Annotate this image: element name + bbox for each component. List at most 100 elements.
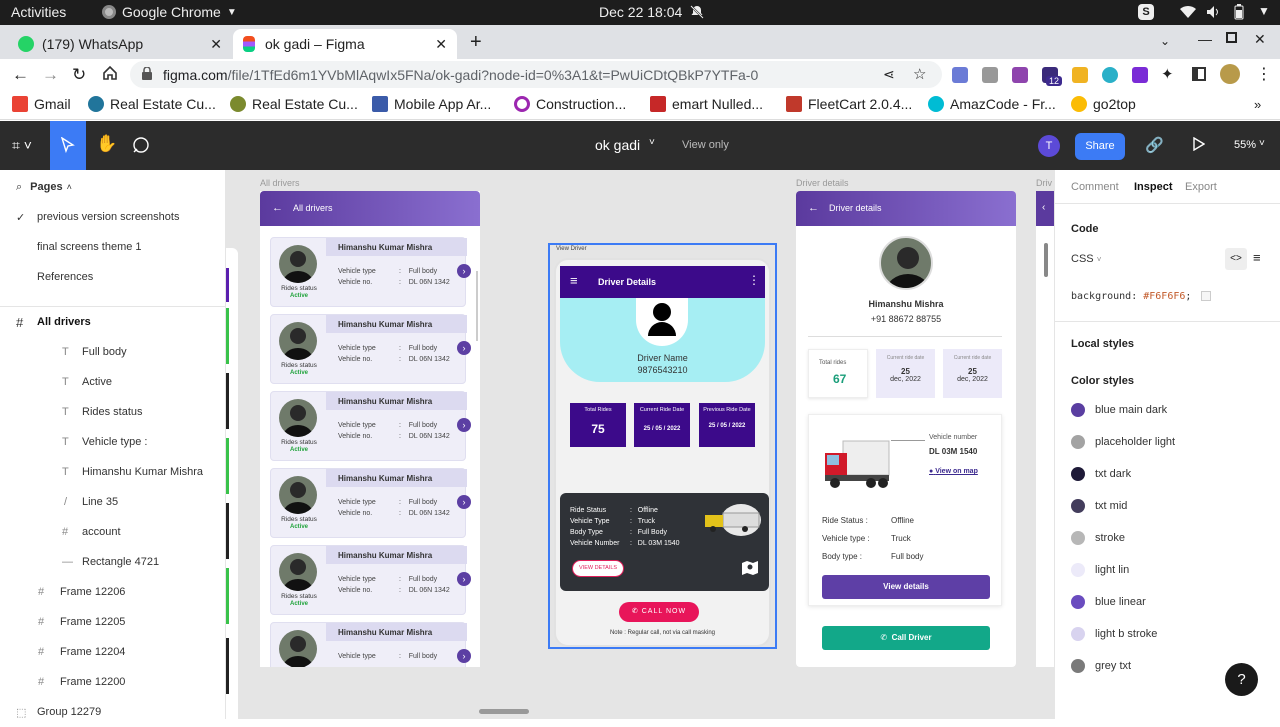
- extension-icon[interactable]: [952, 67, 968, 83]
- help-button[interactable]: ?: [1225, 663, 1258, 696]
- call-driver-button[interactable]: ✆ Call Driver: [822, 626, 990, 650]
- color-style-item[interactable]: light b stroke: [1071, 627, 1157, 641]
- bookmark-item[interactable]: Real Estate Cu...: [88, 96, 216, 112]
- tab-figma[interactable]: ok gadi – Figma ✕: [233, 29, 457, 59]
- partial-frame[interactable]: ‹: [1036, 191, 1054, 667]
- bookmark-item[interactable]: Real Estate Cu...: [230, 96, 358, 112]
- maximize-icon[interactable]: [1226, 32, 1237, 43]
- minimize-icon[interactable]: —: [1198, 31, 1212, 47]
- driver-card[interactable]: Himanshu Kumar Mishra Rides status Activ…: [270, 545, 471, 615]
- frame-label[interactable]: Driver details: [796, 178, 849, 188]
- close-tab-icon[interactable]: ✕: [210, 36, 222, 53]
- more-vertical-icon[interactable]: ⋮: [748, 273, 760, 287]
- back-arrow-icon[interactable]: ←: [272, 202, 283, 214]
- layer-rect[interactable]: — Rectangle 4721: [0, 547, 226, 577]
- volume-icon[interactable]: [1206, 5, 1222, 22]
- chevron-right-icon[interactable]: ›: [457, 418, 471, 432]
- extensions-puzzle-icon[interactable]: ✦: [1161, 65, 1174, 83]
- close-tab-icon[interactable]: ✕: [435, 36, 447, 53]
- chevron-right-icon[interactable]: ›: [457, 341, 471, 355]
- all-drivers-frame[interactable]: ← All drivers Himanshu Kumar Mishra Ride…: [260, 191, 480, 667]
- color-style-item[interactable]: stroke: [1071, 531, 1125, 545]
- tab-export[interactable]: Export: [1185, 181, 1217, 193]
- canvas[interactable]: All drivers ← All drivers Himanshu Kumar…: [226, 170, 1054, 719]
- present-icon[interactable]: [1193, 136, 1206, 154]
- bookmark-star-icon[interactable]: ☆: [913, 65, 926, 83]
- tab-search-icon[interactable]: ⌄: [1160, 34, 1170, 48]
- app-menu[interactable]: Google Chrome ▼: [102, 4, 237, 20]
- layer-frame[interactable]: # All drivers: [0, 307, 226, 337]
- color-style-item[interactable]: txt dark: [1071, 467, 1131, 481]
- share-button[interactable]: Share: [1075, 133, 1125, 160]
- back-arrow-icon[interactable]: ←: [808, 202, 819, 214]
- layer-text[interactable]: T Rides status: [0, 397, 226, 427]
- color-style-item[interactable]: light lin: [1071, 563, 1129, 577]
- skype-icon[interactable]: S: [1138, 4, 1154, 20]
- hand-tool-icon[interactable]: ✋: [96, 134, 117, 154]
- list-view-icon[interactable]: ≡: [1253, 250, 1261, 265]
- frame-label[interactable]: Driv: [1036, 178, 1052, 188]
- bookmark-item[interactable]: Construction...: [514, 96, 626, 112]
- more-menu-icon[interactable]: ⋮: [1256, 64, 1272, 84]
- comment-tool-icon[interactable]: [133, 137, 149, 156]
- battery-icon[interactable]: [1232, 4, 1246, 23]
- color-style-item[interactable]: blue linear: [1071, 595, 1146, 609]
- activities-button[interactable]: Activities: [11, 4, 66, 20]
- bookmark-item[interactable]: go2top: [1071, 96, 1136, 112]
- map-pin-icon[interactable]: [741, 559, 759, 577]
- zoom-chevron-icon[interactable]: ˅: [1259, 138, 1265, 149]
- bookmark-item[interactable]: AmazCode - Fr...: [928, 96, 1056, 112]
- layer-text[interactable]: T Full body: [0, 337, 226, 367]
- layer-frame[interactable]: # Frame 12200: [0, 667, 226, 697]
- driver-card[interactable]: Himanshu Kumar Mishra Rides status Activ…: [270, 468, 471, 538]
- extension-icon[interactable]: [1102, 67, 1118, 83]
- layer-text[interactable]: T Himanshu Kumar Mishra: [0, 457, 226, 487]
- copy-link-icon[interactable]: 🔗: [1145, 136, 1164, 154]
- omnibox[interactable]: figma.com/file/1TfEd6m1YVbMlAqwIx5FNa/ok…: [130, 61, 942, 88]
- bookmark-gmail[interactable]: Gmail: [12, 96, 71, 112]
- back-icon[interactable]: ←: [12, 65, 29, 85]
- more-bookmarks-icon[interactable]: »: [1254, 97, 1261, 112]
- driver-card[interactable]: Himanshu Kumar Mishra Rides status Activ…: [270, 314, 471, 384]
- page-item[interactable]: final screens theme 1: [0, 232, 226, 262]
- reload-icon[interactable]: ↻: [72, 65, 86, 85]
- scrollbar[interactable]: [1044, 243, 1048, 277]
- layer-text[interactable]: T Vehicle type :: [0, 427, 226, 457]
- frame-label[interactable]: All drivers: [260, 178, 300, 188]
- close-window-icon[interactable]: ✕: [1254, 31, 1266, 48]
- zoom-level[interactable]: 55%: [1234, 139, 1256, 151]
- language-select[interactable]: CSS ˅: [1071, 253, 1101, 265]
- layer-group[interactable]: ⬚ Group 12279: [0, 697, 226, 727]
- figma-menu-icon[interactable]: ⌗ ˅: [12, 137, 32, 154]
- power-menu-caret-icon[interactable]: ▼: [1258, 4, 1270, 18]
- new-tab-icon[interactable]: +: [470, 31, 482, 54]
- wifi-icon[interactable]: [1180, 5, 1196, 22]
- call-now-button[interactable]: ✆ CALL NOW: [619, 602, 699, 622]
- camera-extension-icon[interactable]: [982, 67, 998, 83]
- chevron-right-icon[interactable]: ›: [457, 649, 471, 663]
- pages-header[interactable]: ⌕ Pages ˄: [0, 172, 226, 202]
- clock[interactable]: Dec 22 18:04: [599, 4, 682, 20]
- page-item[interactable]: ✓ previous version screenshots: [0, 202, 226, 232]
- move-tool[interactable]: [50, 121, 86, 170]
- extension-icon[interactable]: [1072, 67, 1088, 83]
- bookmark-item[interactable]: emart Nulled...: [650, 96, 763, 112]
- search-icon[interactable]: ⌕: [16, 181, 22, 194]
- horizontal-scrollbar[interactable]: [479, 709, 529, 714]
- chevron-right-icon[interactable]: ›: [457, 572, 471, 586]
- home-icon[interactable]: [102, 65, 118, 84]
- code-view-icon[interactable]: <>: [1225, 248, 1247, 270]
- layer-frame[interactable]: # Frame 12204: [0, 637, 226, 667]
- driver-details-frame[interactable]: ← Driver details Himanshu Mishra +91 886…: [796, 191, 1016, 667]
- color-style-item[interactable]: grey txt: [1071, 659, 1131, 673]
- tab-whatsapp[interactable]: (179) WhatsApp ✕: [8, 29, 232, 59]
- bookmark-item[interactable]: Mobile App Ar...: [372, 96, 491, 112]
- view-details-button[interactable]: VIEW DETAILS: [572, 560, 625, 577]
- file-menu-chevron-icon[interactable]: ˅: [649, 137, 655, 148]
- chevron-right-icon[interactable]: ›: [457, 495, 471, 509]
- profile-avatar[interactable]: [1220, 64, 1240, 84]
- driver-card[interactable]: Himanshu Kumar Mishra Rides status Activ…: [270, 391, 471, 461]
- lock-icon[interactable]: [142, 66, 152, 83]
- view-on-map-link[interactable]: ● View on map: [929, 468, 978, 475]
- share-page-icon[interactable]: ⋖: [883, 66, 895, 83]
